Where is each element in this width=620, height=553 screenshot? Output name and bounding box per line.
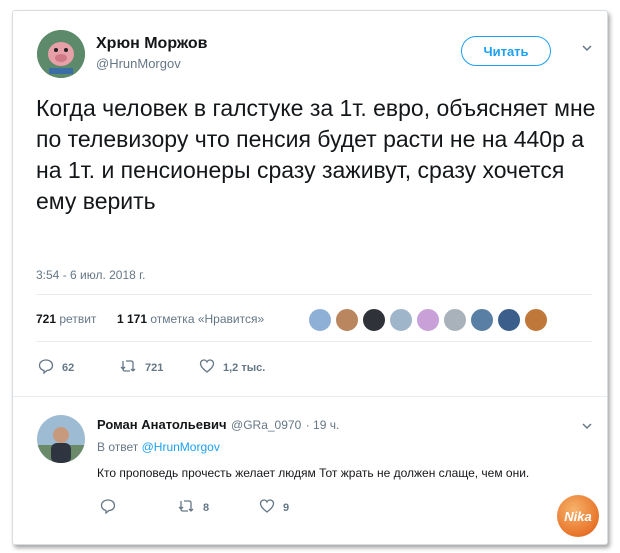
- reply-icon: [100, 498, 116, 517]
- divider: [36, 294, 592, 295]
- reply-to-line: В ответ @HrunMorgov: [97, 440, 220, 454]
- author-handle[interactable]: @HrunMorgov: [96, 56, 181, 71]
- liker-avatar[interactable]: [470, 308, 494, 332]
- author-name[interactable]: Хрюн Моржов: [96, 35, 207, 53]
- avatar-image: [37, 415, 85, 463]
- retweet-count: 721: [145, 361, 164, 374]
- follow-button[interactable]: Читать: [461, 36, 551, 66]
- reply-author-handle[interactable]: @GRa_0970: [231, 418, 301, 432]
- retweets-label: ретвит: [59, 312, 97, 326]
- tweet-text: Когда человек в галстуке за 1т. евро, об…: [36, 95, 596, 214]
- liker-avatar[interactable]: [524, 308, 548, 332]
- watermark-text: Nika: [564, 508, 592, 524]
- reply-like-action[interactable]: 9: [259, 498, 289, 517]
- reply-author-avatar[interactable]: [37, 415, 85, 463]
- liker-avatar[interactable]: [416, 308, 440, 332]
- reply-retweet-count: 8: [203, 501, 210, 514]
- chevron-down-icon[interactable]: [581, 419, 593, 435]
- watermark-logo: Nika: [557, 495, 599, 537]
- liker-avatar[interactable]: [497, 308, 521, 332]
- retweet-icon: [119, 358, 137, 377]
- tweet-card: Хрюн Моржов @HrunMorgov Читать Когда чел…: [12, 10, 608, 545]
- author-avatar[interactable]: [37, 30, 85, 78]
- chevron-down-icon[interactable]: [581, 41, 593, 57]
- liker-avatar[interactable]: [335, 308, 359, 332]
- reply-retweet-action[interactable]: 8: [177, 498, 209, 517]
- reply-icon: [38, 358, 54, 377]
- retweet-icon: [177, 498, 195, 517]
- reply-time[interactable]: · 19 ч.: [306, 418, 340, 432]
- liker-avatar[interactable]: [362, 308, 386, 332]
- likes-label: отметка «Нравится»: [150, 312, 265, 326]
- reply-to-handle[interactable]: @HrunMorgov: [142, 440, 220, 454]
- reply-text: Кто проповедь прочесть желает людям Тот …: [97, 466, 530, 480]
- reply-header: Роман Анатольевич @GRa_0970 · 19 ч.: [97, 416, 339, 434]
- heart-icon: [199, 358, 215, 377]
- liker-avatar[interactable]: [389, 308, 413, 332]
- avatar-image: [37, 30, 85, 78]
- likes-stat[interactable]: 1 171 отметка «Нравится»: [117, 312, 264, 326]
- liker-avatar[interactable]: [443, 308, 467, 332]
- divider: [36, 341, 592, 342]
- liker-avatars: [308, 308, 548, 332]
- retweets-count: 721: [36, 312, 57, 326]
- liker-avatar[interactable]: [308, 308, 332, 332]
- divider: [13, 396, 607, 397]
- reply-reply-action[interactable]: [100, 498, 124, 517]
- reply-count: 62: [62, 361, 75, 374]
- likes-count: 1 171: [117, 312, 148, 326]
- reply-author-name[interactable]: Роман Анатольевич: [97, 417, 227, 432]
- like-action[interactable]: 1,2 тыс.: [199, 358, 265, 377]
- like-count: 1,2 тыс.: [223, 361, 266, 374]
- tweet-timestamp[interactable]: 3:54 - 6 июл. 2018 г.: [36, 268, 145, 282]
- reply-to-prefix: В ответ: [97, 440, 139, 454]
- reply-like-count: 9: [283, 501, 290, 514]
- retweets-stat[interactable]: 721 ретвит: [36, 312, 96, 326]
- heart-icon: [259, 498, 275, 517]
- retweet-action[interactable]: 721: [119, 358, 163, 377]
- reply-action[interactable]: 62: [38, 358, 74, 377]
